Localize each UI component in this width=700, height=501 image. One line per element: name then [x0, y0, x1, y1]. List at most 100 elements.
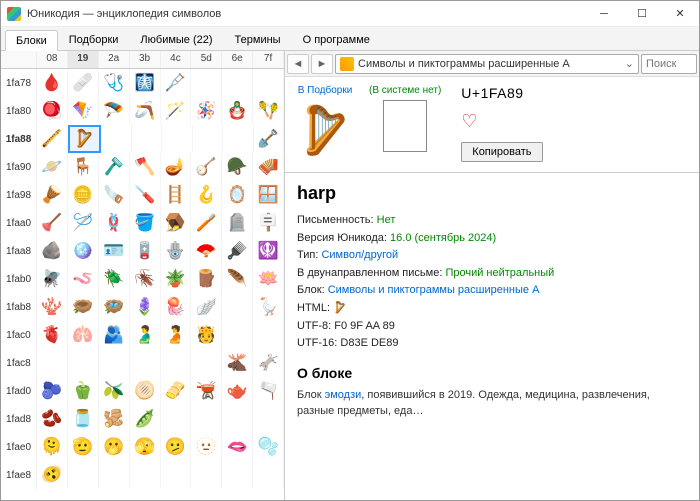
glyph-cell[interactable]: 🪠	[37, 209, 68, 237]
glyph-cell[interactable]: 🪐	[37, 153, 68, 181]
glyph-cell[interactable]	[191, 69, 222, 97]
glyph-cell[interactable]: 🪇	[253, 97, 284, 125]
glyph-cell[interactable]: 🪔	[161, 153, 192, 181]
glyph-cell[interactable]	[222, 293, 253, 321]
glyph-cell[interactable]: 🪡	[68, 209, 99, 237]
glyph-cell[interactable]: 🪏	[254, 125, 285, 153]
glyph-cell[interactable]: 🪶	[222, 265, 253, 293]
glyph-cell[interactable]	[162, 125, 193, 153]
glyph-cell[interactable]: 🪸	[37, 293, 68, 321]
glyph-cell[interactable]: 🪉	[68, 125, 102, 153]
col-header-3[interactable]: 2a	[99, 51, 130, 68]
tab-3[interactable]: Термины	[224, 29, 292, 50]
glyph-cell[interactable]: 🪻	[130, 293, 161, 321]
glyph-cell[interactable]	[101, 125, 132, 153]
glyph-cell[interactable]	[222, 405, 253, 433]
maximize-button[interactable]: ☐	[623, 1, 661, 27]
glyph-cell[interactable]: 🪺	[99, 293, 130, 321]
glyph-cell[interactable]	[222, 461, 253, 489]
col-header-6[interactable]: 5d	[191, 51, 222, 68]
block-combo[interactable]: Символы и пиктограммы расширенные A ⌄	[335, 54, 639, 74]
glyph-cell[interactable]	[99, 461, 130, 489]
glyph-cell[interactable]: 🫦	[222, 433, 253, 461]
glyph-cell[interactable]: 🫔	[161, 377, 192, 405]
glyph-grid[interactable]: 1fa78🩸🩹🩺🩻🩼1fa80🪀🪁🪂🪃🪄🪅🪆🪇1fa88🪈🪉🪏1fa90🪐🪑🪒🪓…	[1, 69, 284, 500]
glyph-cell[interactable]: 🪂	[99, 97, 130, 125]
glyph-cell[interactable]: 🪓	[130, 153, 161, 181]
glyph-cell[interactable]	[193, 125, 224, 153]
glyph-cell[interactable]: 🪬	[161, 237, 192, 265]
glyph-cell[interactable]: 🪨	[37, 237, 68, 265]
emoji-link[interactable]: эмодзи	[325, 389, 362, 401]
glyph-cell[interactable]: 🪛	[130, 181, 161, 209]
close-button[interactable]: ✕	[661, 1, 699, 27]
glyph-cell[interactable]	[222, 69, 253, 97]
glyph-cell[interactable]: 🫑	[68, 377, 99, 405]
nav-back-button[interactable]: ◄	[287, 54, 309, 74]
glyph-cell[interactable]: 🪘	[37, 181, 68, 209]
glyph-cell[interactable]: 🫨	[37, 461, 68, 489]
tab-4[interactable]: О программе	[292, 29, 381, 50]
glyph-cell[interactable]: 🪚	[99, 181, 130, 209]
glyph-cell[interactable]: 🪱	[68, 265, 99, 293]
glyph-cell[interactable]	[99, 349, 130, 377]
glyph-cell[interactable]	[161, 349, 192, 377]
glyph-cell[interactable]: 🫄	[161, 321, 192, 349]
glyph-cell[interactable]	[222, 321, 253, 349]
glyph-cell[interactable]: 🫀	[37, 321, 68, 349]
glyph-cell[interactable]: 🪼	[161, 293, 192, 321]
glyph-cell[interactable]: 🪥	[191, 209, 222, 237]
glyph-cell[interactable]: 🫠	[37, 433, 68, 461]
search-input[interactable]	[641, 54, 697, 74]
glyph-cell[interactable]	[253, 321, 284, 349]
glyph-cell[interactable]: 🫎	[222, 349, 253, 377]
glyph-cell[interactable]: 🪟	[253, 181, 284, 209]
glyph-cell[interactable]	[68, 461, 99, 489]
glyph-cell[interactable]: 🫙	[68, 405, 99, 433]
glyph-cell[interactable]: 🪗	[253, 153, 284, 181]
nav-fwd-button[interactable]: ►	[311, 54, 333, 74]
glyph-cell[interactable]: 🫣	[130, 433, 161, 461]
glyph-cell[interactable]: 🫅	[191, 321, 222, 349]
glyph-cell[interactable]: 🪿	[253, 293, 284, 321]
add-collection-link[interactable]: В Подборки	[298, 85, 353, 96]
glyph-cell[interactable]: 🪜	[161, 181, 192, 209]
glyph-cell[interactable]	[161, 461, 192, 489]
glyph-cell[interactable]: 🫓	[130, 377, 161, 405]
glyph-cell[interactable]: 🪖	[222, 153, 253, 181]
glyph-cell[interactable]: 🫘	[37, 405, 68, 433]
glyph-cell[interactable]	[253, 461, 284, 489]
col-header-1[interactable]: 08	[37, 51, 68, 68]
glyph-cell[interactable]: 🫚	[99, 405, 130, 433]
glyph-cell[interactable]: 🩼	[161, 69, 192, 97]
glyph-cell[interactable]	[37, 349, 68, 377]
glyph-cell[interactable]: 🪲	[99, 265, 130, 293]
glyph-cell[interactable]: 🪕	[191, 153, 222, 181]
glyph-cell[interactable]: 🪢	[99, 209, 130, 237]
glyph-cell[interactable]: 🩸	[37, 69, 68, 97]
glyph-cell[interactable]	[191, 461, 222, 489]
col-header-7[interactable]: 6e	[222, 51, 253, 68]
glyph-cell[interactable]: 🪳	[130, 265, 161, 293]
glyph-cell[interactable]: 🪽	[191, 293, 222, 321]
glyph-cell[interactable]: 🪩	[68, 237, 99, 265]
glyph-cell[interactable]: 🫡	[68, 433, 99, 461]
glyph-cell[interactable]: 🪃	[130, 97, 161, 125]
glyph-cell[interactable]: 🫖	[222, 377, 253, 405]
glyph-cell[interactable]: 🫕	[191, 377, 222, 405]
glyph-cell[interactable]: 🪣	[130, 209, 161, 237]
tab-2[interactable]: Любимые (22)	[129, 29, 223, 50]
glyph-cell[interactable]: 🫗	[253, 377, 284, 405]
glyph-cell[interactable]	[191, 349, 222, 377]
glyph-cell[interactable]: 🪒	[99, 153, 130, 181]
glyph-cell[interactable]: 🪁	[68, 97, 99, 125]
glyph-cell[interactable]: 🫐	[37, 377, 68, 405]
glyph-cell[interactable]: 🪵	[191, 265, 222, 293]
glyph-cell[interactable]: 🪙	[68, 181, 99, 209]
col-header-5[interactable]: 4c	[161, 51, 192, 68]
copy-button[interactable]: Копировать	[461, 142, 542, 162]
glyph-cell[interactable]: 🪷	[253, 265, 284, 293]
glyph-cell[interactable]	[161, 405, 192, 433]
glyph-cell[interactable]: 🪦	[222, 209, 253, 237]
glyph-cell[interactable]: 🪞	[222, 181, 253, 209]
